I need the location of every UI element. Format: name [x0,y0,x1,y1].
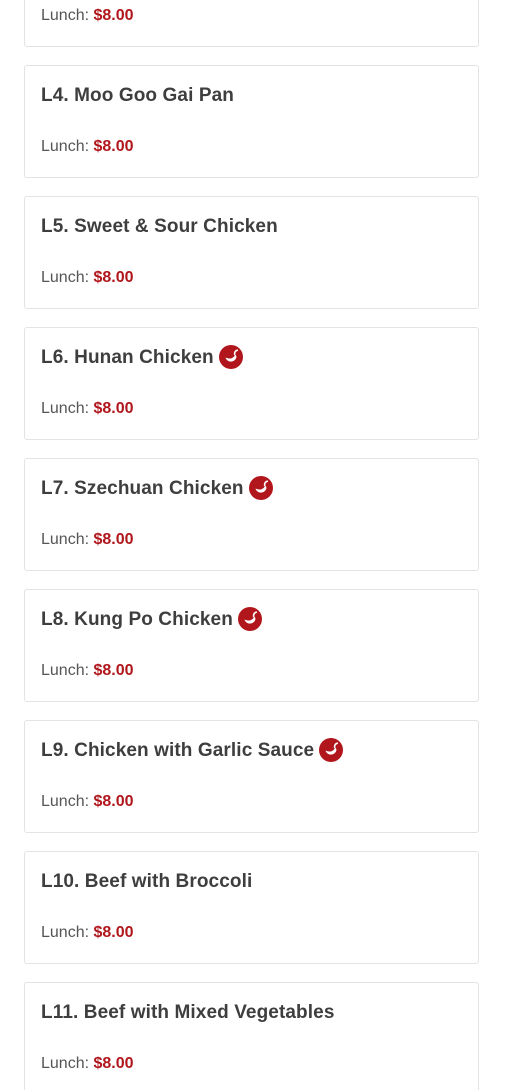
menu-item-title: L4. Moo Goo Gai Pan [41,85,234,107]
menu-item-title: L8. Kung Po Chicken [41,606,262,631]
price-line: Lunch: $8.00 [41,1055,134,1073]
price-label: Lunch: [41,138,90,155]
price-line: Lunch: $8.00 [41,269,134,287]
menu-item-title: L10. Beef with Broccoli [41,871,252,893]
price-label: Lunch: [41,924,90,941]
price-line: Lunch: $8.00 [41,924,134,942]
price-label: Lunch: [41,7,90,24]
menu-item-name: L9. Chicken with Garlic Sauce [41,740,315,761]
menu-item-card[interactable]: L4. Moo Goo Gai Pan Lunch: $8.00 [24,65,479,178]
price-value: $8.00 [93,531,134,548]
price-value: $8.00 [93,1055,134,1072]
menu-item-name: L4. Moo Goo Gai Pan [41,85,234,106]
spicy-pepper-icon [248,475,273,500]
price-line: Lunch: $8.00 [41,400,134,418]
price-label: Lunch: [41,1055,90,1072]
price-line: Lunch: $8.00 [41,662,134,680]
menu-item-title: L7. Szechuan Chicken [41,475,273,500]
price-label: Lunch: [41,793,90,810]
price-value: $8.00 [93,400,134,417]
menu-item-card[interactable]: L8. Kung Po Chicken Lunch: $8.00 [24,589,479,702]
price-label: Lunch: [41,662,90,679]
price-value: $8.00 [93,924,134,941]
menu-item-name: L7. Szechuan Chicken [41,478,244,499]
price-line: Lunch: $8.00 [41,531,134,549]
menu-item-title: L9. Chicken with Garlic Sauce [41,737,344,762]
price-label: Lunch: [41,269,90,286]
price-label: Lunch: [41,400,90,417]
menu-item-card[interactable]: Lunch: $8.00 [24,0,479,47]
price-label: Lunch: [41,531,90,548]
menu-item-card[interactable]: L5. Sweet & Sour Chicken Lunch: $8.00 [24,196,479,309]
menu-item-name: L11. Beef with Mixed Vegetables [41,1002,335,1023]
menu-item-name: L10. Beef with Broccoli [41,871,253,892]
price-value: $8.00 [93,138,134,155]
spicy-pepper-icon [319,737,344,762]
menu-item-card[interactable]: L7. Szechuan Chicken Lunch: $8.00 [24,458,479,571]
price-line: Lunch: $8.00 [41,138,134,156]
price-value: $8.00 [93,7,134,24]
menu-item-card[interactable]: L10. Beef with Broccoli Lunch: $8.00 [24,851,479,964]
menu-item-name: L8. Kung Po Chicken [41,609,233,630]
menu-item-title: L6. Hunan Chicken [41,344,243,369]
price-line: Lunch: $8.00 [41,793,134,811]
menu-item-card[interactable]: L9. Chicken with Garlic Sauce Lunch: $8.… [24,720,479,833]
spicy-pepper-icon [218,344,243,369]
price-value: $8.00 [93,269,134,286]
price-value: $8.00 [93,662,134,679]
menu-item-title: L5. Sweet & Sour Chicken [41,216,278,238]
menu-item-name: L5. Sweet & Sour Chicken [41,216,278,237]
price-value: $8.00 [93,793,134,810]
price-line: Lunch: $8.00 [41,7,134,25]
menu-item-list: Lunch: $8.00 L4. Moo Goo Gai Pan Lunch: … [0,0,510,1090]
menu-item-name: L6. Hunan Chicken [41,347,214,368]
menu-item-card[interactable]: L6. Hunan Chicken Lunch: $8.00 [24,327,479,440]
menu-item-card[interactable]: L11. Beef with Mixed Vegetables Lunch: $… [24,982,479,1090]
menu-item-title: L11. Beef with Mixed Vegetables [41,1002,334,1024]
spicy-pepper-icon [237,606,262,631]
